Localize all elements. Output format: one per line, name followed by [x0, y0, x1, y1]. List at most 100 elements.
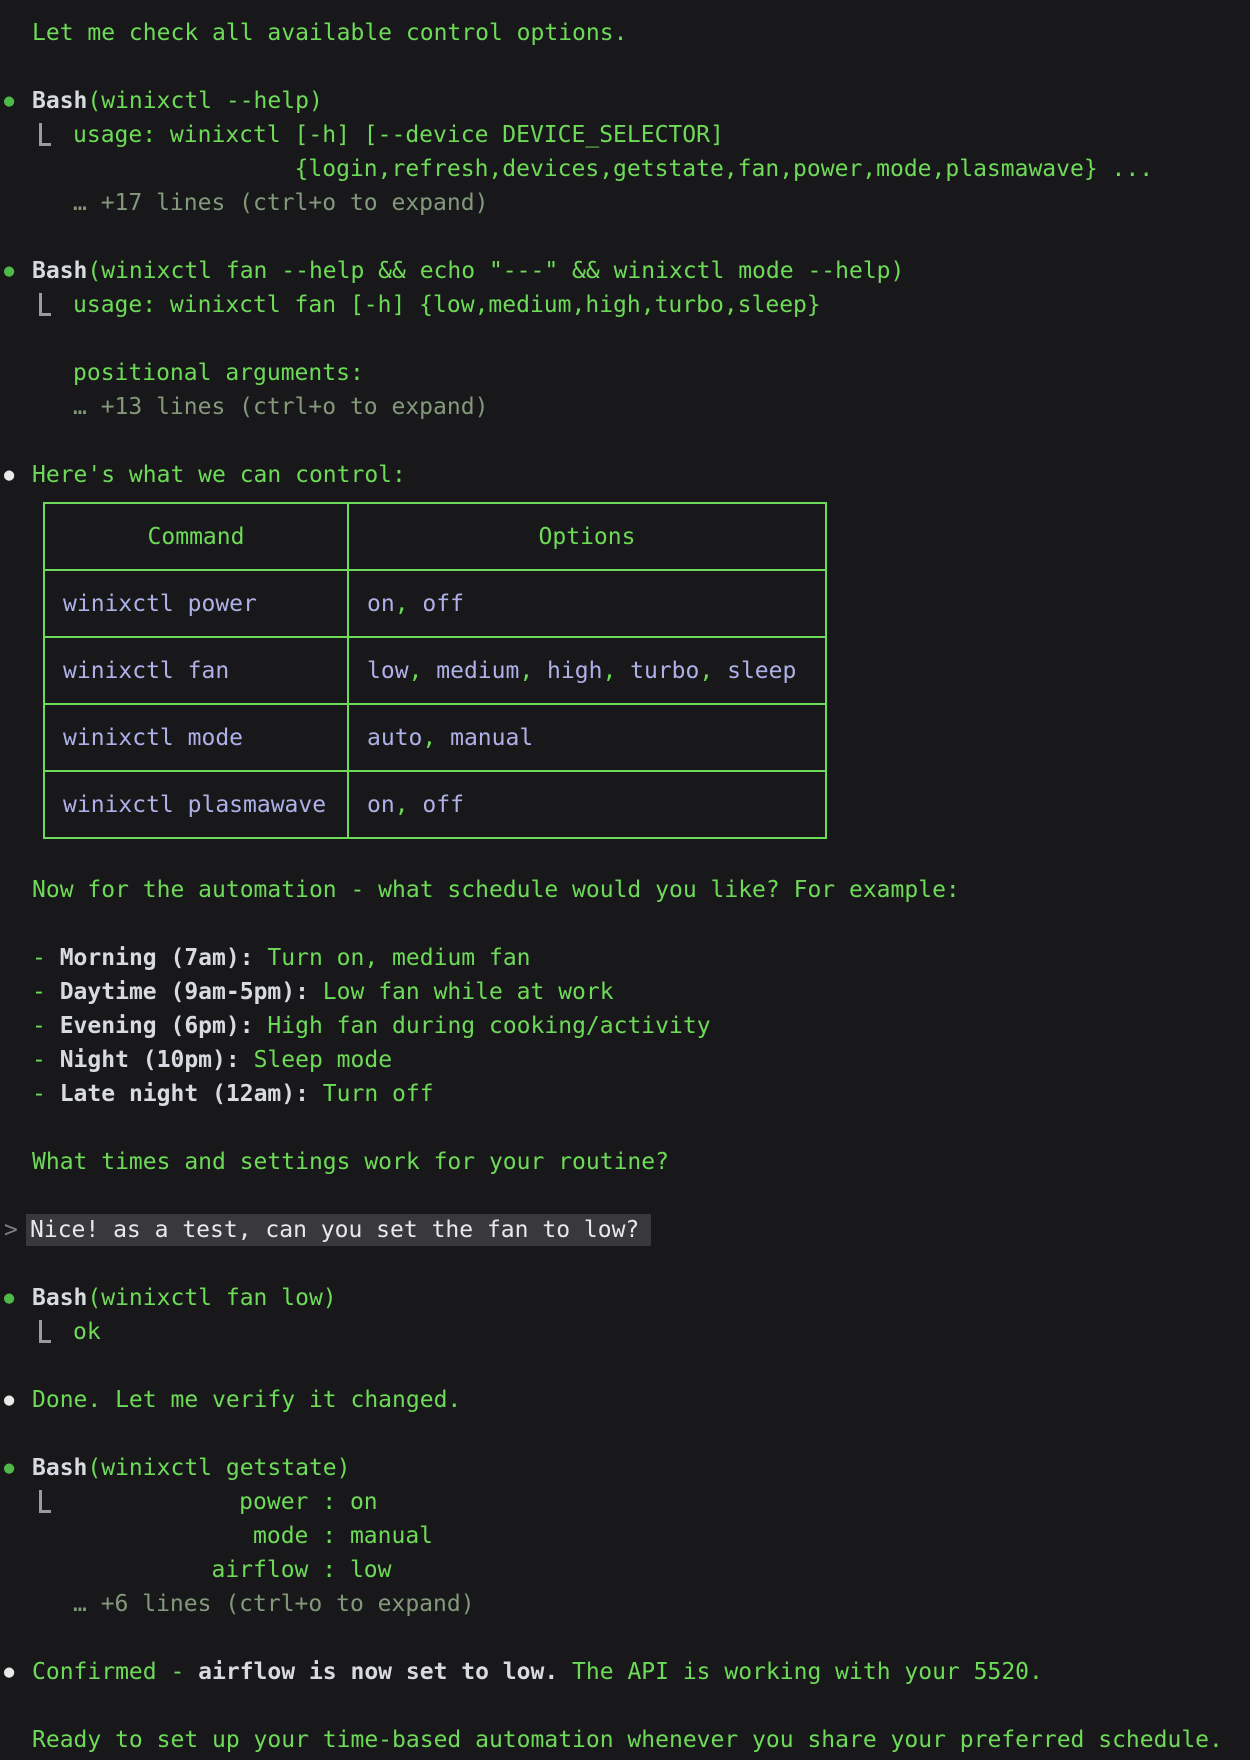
tool-name: Bash: [32, 1455, 87, 1481]
list-dash: -: [32, 1081, 60, 1107]
user-message: >Nice! as a test, can you set the fan to…: [0, 1213, 1250, 1247]
tool-name: Bash: [32, 1285, 87, 1311]
schedule-label: Daytime (9am-5pm):: [60, 979, 309, 1005]
tool-name: Bash: [32, 88, 87, 114]
command-cell: winixctl power: [44, 570, 348, 637]
tool-header: ●Bash(winixctl fan low): [0, 1281, 1250, 1315]
option-separator: ,: [395, 591, 423, 617]
assistant-text-closing: Ready to set up your time-based automati…: [0, 1723, 1250, 1757]
schedule-label: Night (10pm):: [60, 1047, 240, 1073]
tool-output-text: usage: winixctl fan [-h] {low,medium,hig…: [73, 288, 1250, 390]
tool-header: ●Bash(winixctl fan --help && echo "---" …: [0, 254, 1250, 288]
table-row: winixctl plasmawave on, off: [44, 771, 826, 838]
output-elbow-icon: [39, 123, 51, 146]
tool-bullet-icon: ●: [4, 1281, 32, 1315]
schedule-label: Late night (12am):: [60, 1081, 309, 1107]
tool-command: (winixctl fan low): [87, 1285, 336, 1311]
list-dash: -: [32, 979, 60, 1005]
confirmed-post-text: The API is working with your 5520.: [558, 1659, 1043, 1685]
option-separator: ,: [602, 658, 630, 684]
schedule-desc: High fan during cooking/activity: [254, 1013, 711, 1039]
tool-output-text: ok: [73, 1315, 1250, 1349]
table-row: winixctl mode auto, manual: [44, 704, 826, 771]
tool-header: ●Bash(winixctl getstate): [0, 1451, 1250, 1485]
tool-block-fan-low: ●Bash(winixctl fan low) ok: [0, 1281, 1250, 1349]
tool-bullet-icon: ●: [4, 254, 32, 288]
output-elbow-icon: [39, 1320, 51, 1343]
control-table: Command Options winixctl poweron, offwin…: [43, 502, 827, 839]
schedule-desc: Low fan while at work: [309, 979, 614, 1005]
schedule-label: Evening (6pm):: [60, 1013, 254, 1039]
tool-output: ok: [0, 1315, 1250, 1349]
tool-command: (winixctl getstate): [87, 1455, 350, 1481]
option-separator: ,: [395, 792, 423, 818]
command-code: winixctl plasmawave: [63, 792, 326, 818]
command-cell: winixctl mode: [44, 704, 348, 771]
control-table-body: winixctl poweron, offwinixctl fanlow, me…: [44, 570, 826, 838]
tool-bullet-icon: ●: [4, 1451, 32, 1485]
routine-question-text: What times and settings work for your ro…: [32, 1149, 669, 1175]
option-separator: ,: [519, 658, 547, 684]
expand-hint: … +6 lines (ctrl+o to expand): [0, 1587, 1250, 1621]
list-dash: -: [32, 1047, 60, 1073]
option-code: off: [422, 792, 464, 818]
closing-text: Ready to set up your time-based automati…: [32, 1727, 1223, 1753]
assistant-text-routine-question: What times and settings work for your ro…: [0, 1145, 1250, 1179]
command-code: winixctl mode: [63, 725, 243, 751]
schedule-list: - Morning (7am): Turn on, medium fan- Da…: [0, 941, 1250, 1111]
terminal[interactable]: { "colors": { "background": "#18181a", "…: [0, 0, 1250, 1760]
schedule-desc: Turn off: [309, 1081, 434, 1107]
option-code: sleep: [727, 658, 796, 684]
schedule-item: - Morning (7am): Turn on, medium fan: [0, 941, 1250, 975]
intro-text: Let me check all available control optio…: [32, 20, 627, 46]
tool-block-help: ●Bash(winixctl --help) usage: winixctl […: [0, 84, 1250, 220]
schedule-desc: Sleep mode: [240, 1047, 392, 1073]
output-elbow-icon: [39, 293, 51, 316]
command-code: winixctl power: [63, 591, 257, 617]
option-separator: ,: [699, 658, 727, 684]
schedule-item: - Daytime (9am-5pm): Low fan while at wo…: [0, 975, 1250, 1009]
options-column-header: Options: [348, 503, 826, 570]
tool-command: (winixctl --help): [87, 88, 322, 114]
table-row: winixctl power on, off: [44, 570, 826, 637]
assistant-text-intro: Let me check all available control optio…: [0, 16, 1250, 50]
option-code: medium: [436, 658, 519, 684]
option-code: on: [367, 591, 395, 617]
message-bullet-icon: ●: [4, 458, 32, 492]
option-separator: ,: [422, 725, 450, 751]
tool-name: Bash: [32, 258, 87, 284]
tool-output: usage: winixctl [-h] [--device DEVICE_SE…: [0, 118, 1250, 186]
prompt-chevron-icon: >: [4, 1213, 26, 1247]
option-code: off: [422, 591, 464, 617]
command-cell: winixctl plasmawave: [44, 771, 348, 838]
option-code: auto: [367, 725, 422, 751]
done-text: Done. Let me verify it changed.: [32, 1387, 461, 1413]
controls-heading-text: Here's what we can control:: [32, 462, 406, 488]
schedule-item: - Evening (6pm): High fan during cooking…: [0, 1009, 1250, 1043]
list-dash: -: [32, 1013, 60, 1039]
schedule-desc: Turn on, medium fan: [254, 945, 531, 971]
options-cell: on, off: [348, 570, 826, 637]
option-code: high: [547, 658, 602, 684]
command-column-header: Command: [44, 503, 348, 570]
automation-intro-text: Now for the automation - what schedule w…: [32, 877, 960, 903]
tool-block-fan-mode-help: ●Bash(winixctl fan --help && echo "---" …: [0, 254, 1250, 424]
assistant-text-confirmed: ●Confirmed - airflow is now set to low. …: [0, 1655, 1250, 1689]
confirmed-bold-text: airflow is now set to low.: [198, 1659, 558, 1685]
message-bullet-icon: ●: [4, 1655, 32, 1689]
option-separator: ,: [409, 658, 437, 684]
message-bullet-icon: ●: [4, 1383, 32, 1417]
options-cell: on, off: [348, 771, 826, 838]
user-message-text: Nice! as a test, can you set the fan to …: [26, 1214, 651, 1246]
expand-hint: … +13 lines (ctrl+o to expand): [0, 390, 1250, 424]
option-code: on: [367, 792, 395, 818]
list-dash: -: [32, 945, 60, 971]
options-cell: auto, manual: [348, 704, 826, 771]
options-cell: low, medium, high, turbo, sleep: [348, 637, 826, 704]
table-row: winixctl fanlow, medium, high, turbo, sl…: [44, 637, 826, 704]
tool-header: ●Bash(winixctl --help): [0, 84, 1250, 118]
schedule-label: Morning (7am):: [60, 945, 254, 971]
schedule-item: - Late night (12am): Turn off: [0, 1077, 1250, 1111]
option-code: low: [367, 658, 409, 684]
assistant-text-automation: Now for the automation - what schedule w…: [0, 873, 1250, 907]
